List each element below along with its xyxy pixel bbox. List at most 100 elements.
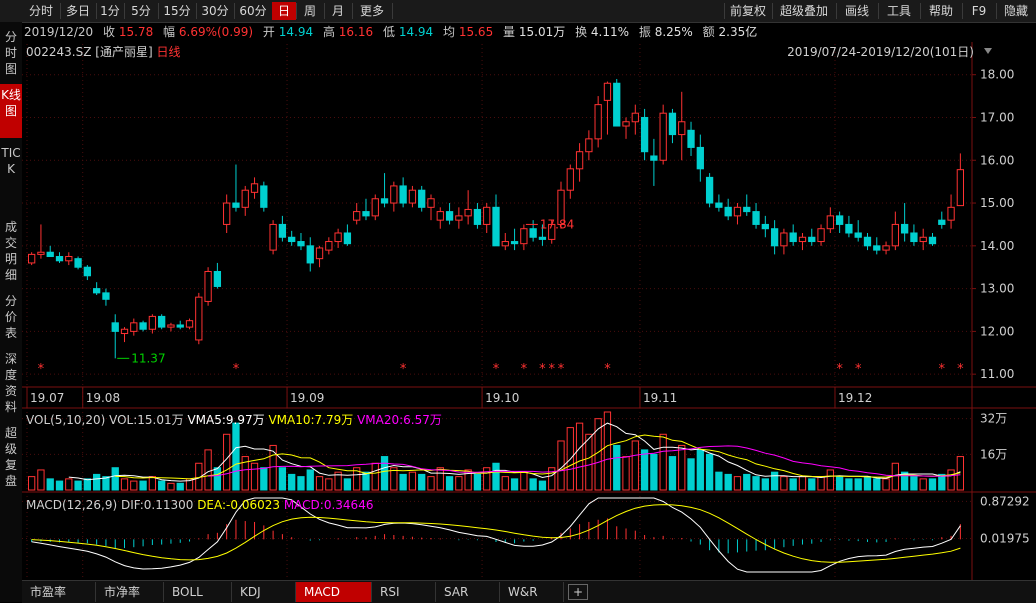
candle-body xyxy=(306,245,314,264)
indicator-tab-0[interactable]: 市盈率 xyxy=(22,582,96,602)
volume-bar xyxy=(232,422,240,491)
toolbar-action-6[interactable]: 隐藏 xyxy=(996,2,1036,20)
period-tab-1[interactable]: 多日 xyxy=(60,2,96,20)
sidebar-tab-3[interactable]: 成交明细 xyxy=(0,216,22,286)
date-tick-label: 19.07 xyxy=(30,391,64,405)
volume-bar xyxy=(696,449,704,491)
period-tab-7[interactable]: 日 xyxy=(272,2,296,20)
event-star-icon: * xyxy=(493,362,500,377)
sidebar-tab-0[interactable]: 分时图 xyxy=(0,26,22,80)
info-date: 2019/12/20 xyxy=(24,25,94,39)
high-marker-label: 17.84 xyxy=(540,217,574,231)
period-tab-6[interactable]: 60分 xyxy=(234,2,272,20)
candle xyxy=(873,237,881,255)
candle xyxy=(650,138,658,186)
period-tab-5[interactable]: 30分 xyxy=(196,2,234,20)
candle xyxy=(798,232,807,251)
info-turnover: 换 4.11% xyxy=(575,25,630,39)
volume-bar xyxy=(148,476,157,491)
price-tick-label: 14.00 xyxy=(980,239,1014,253)
volume-bar xyxy=(640,449,649,491)
toolbar-action-2[interactable]: 画线 xyxy=(836,2,878,20)
period-tab-3[interactable]: 5分 xyxy=(124,2,158,20)
candle xyxy=(427,194,435,221)
volume-bar xyxy=(668,456,677,491)
candle-body xyxy=(640,116,649,153)
volume-bar xyxy=(130,480,138,491)
info-low: 低 14.94 xyxy=(382,25,434,39)
candle xyxy=(631,104,639,135)
indicator-tab-5[interactable]: RSI xyxy=(372,582,436,602)
candle xyxy=(938,211,946,229)
toolbar-action-4[interactable]: 帮助 xyxy=(920,2,962,20)
candle-body xyxy=(390,185,398,204)
event-star-icon: * xyxy=(957,362,964,377)
candle-body xyxy=(483,206,491,225)
candle xyxy=(111,314,119,359)
indicator-tab-4[interactable]: MACD xyxy=(296,582,372,602)
candle-body xyxy=(752,211,760,225)
volume-bar xyxy=(687,458,695,491)
period-tab-0[interactable]: 分时 xyxy=(22,2,60,20)
volume-bar xyxy=(399,473,407,491)
sidebar-tab-6[interactable]: 超级复盘 xyxy=(0,422,22,492)
volume-bar xyxy=(529,478,537,491)
candle xyxy=(733,203,742,225)
sidebar-tab-4[interactable]: 分价表 xyxy=(0,290,22,344)
volume-bar xyxy=(204,449,212,491)
sidebar-tab-1[interactable]: K线图 xyxy=(0,84,22,138)
vol-tick-label: 16万 xyxy=(980,447,1007,461)
period-tab-2[interactable]: 1分 xyxy=(96,2,124,20)
candle-body xyxy=(371,198,379,217)
candle xyxy=(139,320,147,332)
candle xyxy=(659,104,667,165)
candle xyxy=(158,314,166,330)
indicator-tab-6[interactable]: SAR xyxy=(436,582,500,602)
period-tab-8[interactable]: 周 xyxy=(296,2,324,20)
candle xyxy=(770,220,779,255)
candle-body xyxy=(575,151,584,170)
candle-body xyxy=(269,223,277,251)
indicator-tab-2[interactable]: BOLL xyxy=(164,582,232,602)
indicator-tab-7[interactable]: W&R xyxy=(500,582,564,602)
event-star-icon: * xyxy=(539,362,546,377)
candle xyxy=(640,108,649,161)
toolbar-action-1[interactable]: 超级叠加 xyxy=(772,2,836,20)
candle-body xyxy=(185,320,194,328)
volume-bar xyxy=(37,469,45,491)
indicator-tab-3[interactable]: KDJ xyxy=(232,582,296,602)
toolbar-action-0[interactable]: 前复权 xyxy=(724,2,772,20)
candle-body xyxy=(120,328,129,335)
candle-body xyxy=(158,315,166,328)
candle-body xyxy=(223,202,231,225)
candle xyxy=(250,177,259,199)
volume-bar xyxy=(538,480,547,491)
event-star-icon: * xyxy=(521,362,528,377)
indicator-tab-1[interactable]: 市净率 xyxy=(96,582,164,602)
sidebar-tab-5[interactable]: 深度资料 xyxy=(0,348,22,418)
candle xyxy=(390,181,398,212)
add-indicator-button[interactable]: + xyxy=(568,584,588,600)
candle-body xyxy=(148,315,157,330)
candle-body xyxy=(538,236,547,240)
candle xyxy=(761,215,769,238)
period-tab-4[interactable]: 15分 xyxy=(158,2,196,20)
period-tab-9[interactable]: 月 xyxy=(324,2,352,20)
volume-bar xyxy=(269,444,277,491)
candle xyxy=(817,224,825,246)
toolbar-action-5[interactable]: F9 xyxy=(962,2,996,20)
candle-body xyxy=(687,129,695,148)
volume-bar xyxy=(733,476,742,491)
info-change: 幅 6.69%(0.99) xyxy=(163,25,254,39)
candle-body xyxy=(37,251,45,255)
period-tab-10[interactable]: 更多 xyxy=(352,2,392,20)
candle xyxy=(55,252,64,263)
toolbar-action-3[interactable]: 工具 xyxy=(878,2,920,20)
sidebar-tab-2[interactable]: TICK xyxy=(0,142,22,212)
volume-bar xyxy=(371,462,379,491)
kline-chart-area[interactable]: 18.00 17.00 16.00 15.00 14.00 13.00 12.00 11.00… xyxy=(22,42,1036,580)
candle xyxy=(752,203,760,229)
candle xyxy=(37,224,45,259)
candle xyxy=(260,181,268,212)
chart-header: 002243.SZ [通产丽星] 日线 xyxy=(26,45,180,59)
